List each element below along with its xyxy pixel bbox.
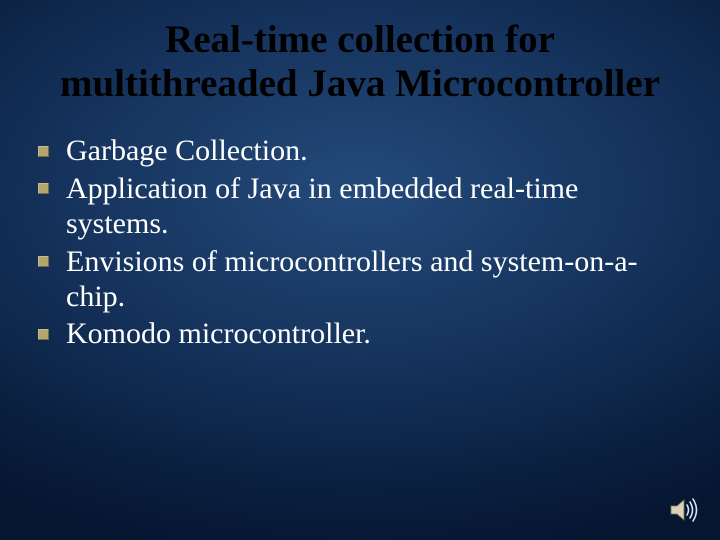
square-bullet-icon	[38, 329, 49, 340]
square-bullet-icon	[38, 183, 49, 194]
slide-title: Real-time collection for multithreaded J…	[32, 18, 688, 105]
list-item: Garbage Collection.	[32, 133, 688, 168]
list-item: Application of Java in embedded real-tim…	[32, 171, 688, 242]
title-line-2: multithreaded Java Microcontroller	[60, 62, 660, 105]
bullet-text: Garbage Collection.	[66, 134, 308, 167]
bullet-text: Komodo microcontroller.	[66, 317, 371, 350]
bullet-text: Application of Java in embedded real-tim…	[66, 172, 578, 240]
square-bullet-icon	[38, 146, 49, 157]
list-item: Komodo microcontroller.	[32, 316, 688, 351]
slide-body: Garbage Collection. Application of Java …	[32, 133, 688, 351]
list-item: Envisions of microcontrollers and system…	[32, 244, 688, 315]
square-bullet-icon	[38, 256, 49, 267]
slide: Real-time collection for multithreaded J…	[0, 0, 720, 540]
title-line-1: Real-time collection for	[165, 18, 555, 61]
speaker-icon[interactable]	[670, 498, 698, 522]
bullet-text: Envisions of microcontrollers and system…	[66, 245, 638, 313]
